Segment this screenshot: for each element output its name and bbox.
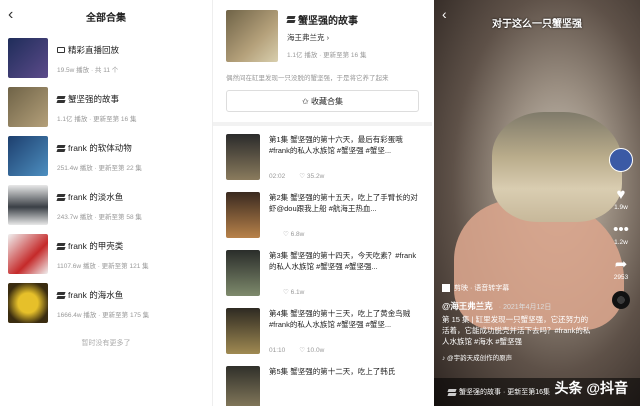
episode-thumbnail	[226, 308, 260, 354]
episode-title: 第3集 蟹坚强的第十四天，今天吃素？#frank的私人水族馆 #蟹坚强 #蟹坚强…	[269, 251, 417, 271]
header: ‹ 全部合集	[0, 0, 212, 32]
collection-name: frank 的甲壳类	[68, 241, 124, 251]
capcut-label[interactable]: 剪映 · 语音转字幕	[454, 283, 509, 293]
collection-thumbnail	[8, 283, 48, 323]
collection-name: 精彩直播回放	[68, 45, 120, 55]
heart-icon[interactable]: ♥	[612, 186, 630, 203]
collection-name: 蟹坚强的故事	[68, 94, 120, 104]
collection-meta: 251.4w 播放 · 更新至第 22 集	[57, 165, 142, 172]
episode-duration: 02:02	[269, 173, 286, 180]
episode-likes: ♡ 10.0w	[299, 347, 325, 354]
stack-icon	[287, 16, 295, 23]
episode-title: 第1集 蟹坚强的第十六天，最后有彩蛋哦#frank的私人水族馆 #蟹坚强 #蟹坚…	[269, 135, 403, 155]
username[interactable]: @海王弗兰克	[442, 301, 493, 311]
crab-image	[492, 112, 622, 222]
action-bar: ♥ 1.9w ••• 1.2w ➦ 2953	[608, 148, 634, 309]
collection-cover	[226, 10, 278, 62]
episode-item[interactable]: 第5集 蟹坚强的第十二天，吃上了韩氏	[213, 358, 432, 406]
video-player-panel[interactable]: ‹ 对于这么一只蟹坚强 ♥ 1.9w ••• 1.2w ➦ 2953 剪映 · …	[434, 0, 640, 406]
comment-icon[interactable]: •••	[612, 221, 630, 238]
collection-name: frank 的海水鱼	[68, 290, 124, 300]
comment-count: 1.2w	[614, 239, 628, 246]
post-date: · 2021年4月12日	[498, 304, 552, 311]
collection-stats: 1.1亿 播放 · 更新至第 16 集	[287, 52, 367, 59]
video-description: 第 15 集 | 缸里发现一只蟹坚强，它还努力的活着，它能成功脱壳并活下去吗？#…	[442, 315, 591, 346]
episode-title: 第4集 蟹坚强的第十三天，吃上了黄金鸟贼#frank的私人水族馆 #蟹坚强 #蟹…	[269, 309, 411, 329]
share-icon[interactable]: ➦	[612, 256, 630, 273]
music-disc-icon[interactable]	[612, 291, 630, 309]
end-of-list-text: 暂时没有更多了	[81, 340, 131, 347]
episode-title: 第5集 蟹坚强的第十二天，吃上了韩氏	[269, 367, 396, 376]
collection-detail-panel: 蟹坚强的故事 海王弗兰克 › 1.1亿 播放 · 更新至第 16 集 偶然间在缸…	[213, 0, 432, 406]
stack-icon	[57, 194, 65, 201]
collection-thumbnail	[8, 234, 48, 274]
collection-name: frank 的淡水鱼	[68, 192, 124, 202]
favorite-collection-button[interactable]: ✩ 收藏合集	[226, 90, 419, 112]
episode-likes: ♡ 6.1w	[283, 289, 305, 296]
stack-icon	[448, 389, 456, 396]
collection-thumbnail	[8, 185, 48, 225]
avatar[interactable]	[609, 148, 633, 172]
episode-item[interactable]: 第3集 蟹坚强的第十四天，今天吃素？#frank的私人水族馆 #蟹坚强 #蟹坚强…	[213, 242, 432, 300]
collection-title: 蟹坚强的故事	[298, 16, 358, 27]
watermark: 头条 @抖音	[554, 380, 628, 396]
music-credit[interactable]: ♪ @宇韵天成创作的原声	[442, 352, 512, 362]
collection-description: 偶然间在缸里发现一只没脱的蟹坚强，于是将它养了起来	[226, 75, 389, 82]
episode-item[interactable]: 第2集 蟹坚强的第十五天，吃上了手臂长的对虾@dou跟我上船 #航海王热血...…	[213, 184, 432, 242]
collection-thumbnail	[8, 136, 48, 176]
like-count: 1.9w	[614, 204, 628, 211]
collection-name: frank 的软体动物	[68, 143, 132, 153]
collection-item[interactable]: frank 的海水鱼 1666.4w 播放 · 更新至第 175 集	[0, 277, 212, 326]
collection-meta: 19.5w 播放 · 共 11 个	[57, 67, 119, 74]
video-subtitle: 对于这么一只蟹坚强	[492, 19, 582, 30]
episode-title: 第2集 蟹坚强的第十五天，吃上了手臂长的对虾@dou跟我上船 #航海王热血...	[269, 193, 418, 213]
collection-item[interactable]: frank 的甲壳类 1107.6w 播放 · 更新至第 121 集	[0, 228, 212, 277]
author-link[interactable]: 海王弗兰克 ›	[287, 32, 366, 43]
collection-thumbnail	[8, 38, 48, 78]
collection-item[interactable]: frank 的软体动物 251.4w 播放 · 更新至第 22 集	[0, 130, 212, 179]
episode-thumbnail	[226, 366, 260, 406]
episode-thumbnail	[226, 192, 260, 238]
collection-item[interactable]: 蟹坚强的故事 1.1亿 播放 · 更新至第 16 集	[0, 81, 212, 130]
episode-duration: 01:10	[269, 347, 286, 354]
collection-thumbnail	[8, 87, 48, 127]
episode-item[interactable]: 第4集 蟹坚强的第十三天，吃上了黄金鸟贼#frank的私人水族馆 #蟹坚强 #蟹…	[213, 300, 432, 358]
tv-icon	[57, 47, 65, 53]
stack-icon	[57, 96, 65, 103]
collection-meta: 1666.4w 播放 · 更新至第 175 集	[57, 312, 150, 319]
capcut-icon	[442, 284, 450, 292]
stack-icon	[57, 145, 65, 152]
episode-item[interactable]: 第1集 蟹坚强的第十六天，最后有彩蛋哦#frank的私人水族馆 #蟹坚强 #蟹坚…	[213, 126, 432, 184]
collection-item[interactable]: frank 的淡水鱼 243.7w 播放 · 更新至第 58 集	[0, 179, 212, 228]
collection-item[interactable]: 精彩直播回放 19.5w 播放 · 共 11 个	[0, 32, 212, 81]
collection-bar-label: 蟹坚强的故事 · 更新至第16集	[459, 389, 551, 396]
collection-meta: 243.7w 播放 · 更新至第 58 集	[57, 214, 142, 221]
episode-likes: ♡ 35.2w	[299, 173, 325, 180]
share-count: 2953	[613, 274, 629, 281]
stack-icon	[57, 243, 65, 250]
collection-meta: 1.1亿 播放 · 更新至第 16 集	[57, 116, 137, 123]
page-title: 全部合集	[86, 13, 126, 24]
episode-thumbnail	[226, 134, 260, 180]
episode-thumbnail	[226, 250, 260, 296]
collection-meta: 1107.6w 播放 · 更新至第 121 集	[57, 263, 149, 270]
episode-likes: ♡ 6.8w	[283, 231, 305, 238]
stack-icon	[57, 292, 65, 299]
collections-list-panel: ‹ 全部合集 精彩直播回放 19.5w 播放 · 共 11 个 蟹坚强的故事 1…	[0, 0, 213, 406]
